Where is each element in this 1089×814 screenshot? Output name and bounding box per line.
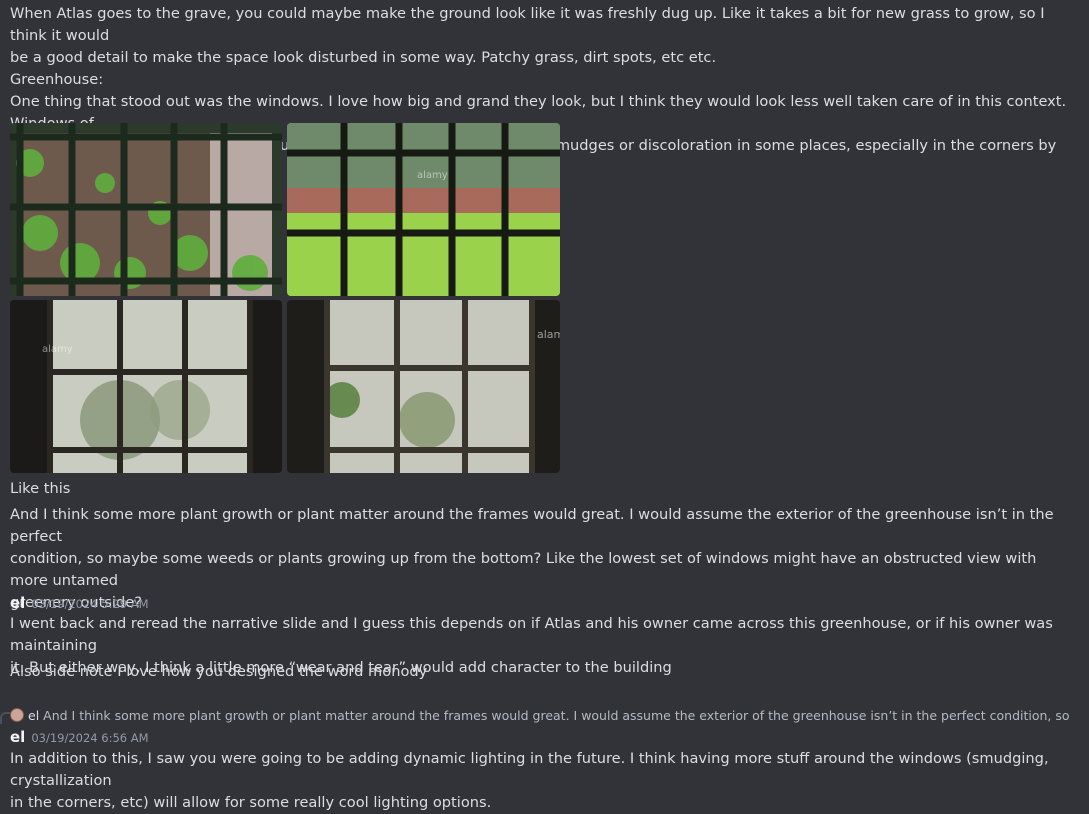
message-line: Also side note I love how you designed t…	[10, 663, 428, 680]
reply-preview[interactable]: el And I think some more plant growth or …	[10, 705, 1070, 725]
timestamp[interactable]: 03/19/2024 5:29 AM	[31, 597, 148, 611]
reply-text[interactable]: And I think some more plant growth or pl…	[43, 708, 1070, 723]
timestamp[interactable]: 03/19/2024 6:56 AM	[31, 731, 148, 745]
image-gallery: alamy alamy alam	[10, 123, 560, 473]
message-text: In addition to this, I saw you were goin…	[10, 748, 1067, 814]
image-attachment-broken-window[interactable]: alamy	[287, 123, 560, 296]
svg-text:alamy: alamy	[417, 170, 448, 181]
message-line: And I think some more plant growth or pl…	[10, 506, 1054, 545]
message-text: Also side note I love how you designed t…	[10, 661, 1067, 683]
svg-text:alamy: alamy	[537, 328, 560, 341]
message-line: condition, so maybe some weeds or plants…	[10, 550, 1037, 589]
message-line: Like this	[10, 480, 71, 497]
image-attachment-misty-window[interactable]: alamy	[10, 300, 282, 473]
message-text: Like this	[10, 478, 1067, 500]
message-line: be a good detail to make the space look …	[10, 49, 717, 66]
message-line: When Atlas goes to the grave, you could …	[10, 5, 1045, 44]
message-line: Greenhouse:	[10, 71, 104, 88]
reply-spine	[0, 712, 10, 724]
image-attachment-ivy-window[interactable]: alamy	[287, 300, 560, 473]
message-header: el 03/19/2024 6:56 AM	[10, 726, 1067, 749]
message-header: el 03/19/2024 5:29 AM	[10, 592, 1067, 615]
author-name[interactable]: el	[10, 594, 25, 612]
reply-author[interactable]: el	[28, 708, 39, 723]
image-attachment-overgrown-window[interactable]	[10, 123, 282, 296]
author-name[interactable]: el	[10, 728, 25, 746]
message-line: in the corners, etc) will allow for some…	[10, 794, 492, 811]
svg-text:alamy: alamy	[42, 344, 73, 355]
avatar[interactable]	[10, 708, 24, 722]
message-line: I went back and reread the narrative sli…	[10, 615, 1053, 654]
message-line: In addition to this, I saw you were goin…	[10, 750, 1049, 789]
